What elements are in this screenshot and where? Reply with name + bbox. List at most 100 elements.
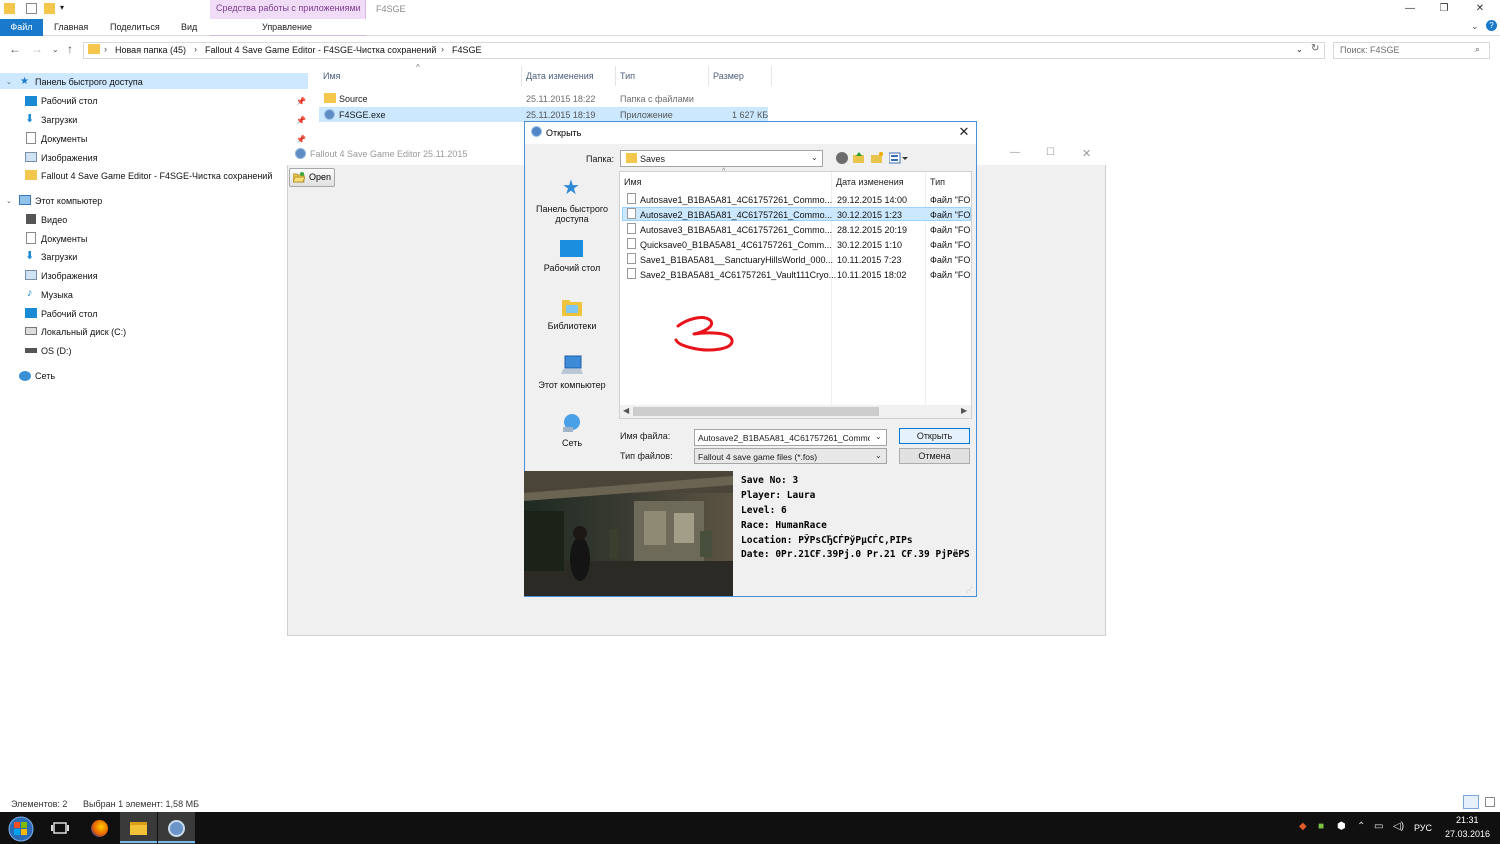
network-icon[interactable]: ▭ [1374,821,1383,832]
nav-item-documents[interactable]: Документы [41,234,87,244]
breadcrumb-item[interactable]: Fallout 4 Save Game Editor - F4SGE-Чистк… [205,45,436,55]
new-folder-icon[interactable] [44,3,55,14]
view-menu-icon[interactable] [889,152,909,164]
tray-date[interactable]: 27.03.2016 [1445,829,1490,839]
tab-file[interactable]: Файл [0,19,43,36]
help-icon[interactable]: ? [1486,20,1497,31]
nav-network[interactable]: Сеть [35,371,55,381]
nav-this-pc[interactable]: Этот компьютер [35,196,102,206]
place-this-pc[interactable]: Этот компьютер [528,380,616,390]
nav-item-videos[interactable]: Видео [41,215,67,225]
close-icon[interactable]: ✕ [1082,147,1091,160]
maximize-icon[interactable]: ❐ [1432,2,1456,16]
nav-item-desktop[interactable]: Рабочий стол [41,309,98,319]
nav-item-documents[interactable]: Документы [41,134,87,144]
nav-item-drive-c[interactable]: Локальный диск (C:) [41,327,126,337]
tab-share[interactable]: Поделиться [110,22,160,32]
expand-icon[interactable]: ⌄ [6,197,12,205]
chevron-down-icon[interactable]: ⌄ [875,432,882,441]
up-icon[interactable]: ↑ [67,42,73,56]
file-date: 10.11.2015 7:23 [837,255,902,265]
scroll-right-icon[interactable]: ▶ [961,406,967,415]
table-row[interactable]: F4SGE.exe 25.11.2015 18:19 Приложение 1 … [319,107,768,122]
nav-item-pictures[interactable]: Изображения [41,153,98,163]
forward-icon[interactable]: → [31,42,43,56]
place-desktop[interactable]: Рабочий стол [528,263,616,273]
list-item[interactable]: Autosave1_B1BA5A81_4C61757261_Commo... [640,195,832,205]
task-view-icon[interactable] [48,818,72,838]
large-icons-view-icon[interactable] [1483,795,1497,809]
column-header-name[interactable]: Имя [323,71,341,81]
close-icon[interactable]: ✕ [1468,2,1492,16]
nvidia-icon[interactable]: ■ [1318,821,1324,832]
nav-item-music[interactable]: Музыка [41,290,73,300]
taskbar-f4sge[interactable] [158,812,195,844]
volume-icon[interactable]: ◁) [1393,821,1404,832]
tray-app-icon[interactable]: ◆ [1299,821,1307,832]
nav-item-downloads[interactable]: Загрузки [41,252,77,262]
recent-locations-icon[interactable]: ⌄ [52,45,59,54]
folder-icon[interactable] [4,3,15,14]
breadcrumb-item[interactable]: F4SGE [452,45,482,55]
column-header-date[interactable]: Дата изменения [526,71,594,81]
start-button[interactable] [4,814,38,842]
column-header-type[interactable]: Тип [620,71,635,81]
pin-icon[interactable]: 📌 [296,97,306,106]
file-icon [627,253,636,264]
expand-icon[interactable]: ⌄ [6,78,12,86]
place-libraries[interactable]: Библиотеки [528,321,616,331]
minimize-icon[interactable]: — [1010,147,1020,158]
table-row[interactable]: Source 25.11.2015 18:22 Папка с файлами [319,91,768,106]
resize-grip-icon[interactable]: ⋰ [966,586,973,594]
chevron-up-icon[interactable]: ⌃ [1357,821,1365,832]
breadcrumb-item[interactable]: Новая папка (45) [115,45,186,55]
minimize-icon[interactable]: — [1398,2,1422,16]
chevron-down-icon[interactable]: ⌄ [875,451,882,460]
details-view-icon[interactable] [1463,795,1479,809]
tab-home[interactable]: Главная [54,22,88,32]
open-file-button[interactable]: Открыть [899,428,970,444]
list-item[interactable]: Quicksave0_B1BA5A81_4C61757261_Comm... [640,240,832,250]
new-folder-icon[interactable] [871,152,883,164]
nav-item-f4sge-folder[interactable]: Fallout 4 Save Game Editor - F4SGE-Чистк… [41,171,272,181]
column-header-size[interactable]: Размер [713,71,744,81]
pin-icon[interactable]: 📌 [296,116,306,125]
search-icon[interactable]: ⌕ [1475,44,1480,55]
up-folder-icon[interactable] [853,152,865,164]
tray-time[interactable]: 21:31 [1456,815,1479,825]
input-language[interactable]: РУС [1414,823,1432,833]
refresh-icon[interactable]: ↻ [1311,43,1319,54]
customize-qat-icon[interactable]: ▾ [60,3,64,12]
address-dropdown-icon[interactable]: ⌄ [1296,45,1303,54]
column-header-type[interactable]: Тип [930,177,945,187]
nav-quick-access[interactable]: Панель быстрого доступа [35,77,143,87]
cancel-button[interactable]: Отмена [899,448,970,464]
collapse-ribbon-icon[interactable]: ⌄ [1471,21,1479,32]
tray-app-icon[interactable]: ⬢ [1337,821,1346,832]
scroll-left-icon[interactable]: ◀ [623,406,629,415]
tab-view[interactable]: Вид [181,22,197,32]
nav-item-drive-d[interactable]: OS (D:) [41,346,72,356]
close-icon[interactable]: ✕ [955,123,973,141]
back-icon[interactable] [836,152,848,164]
chevron-down-icon[interactable]: ⌄ [811,153,818,162]
place-network[interactable]: Сеть [528,438,616,448]
column-header-date[interactable]: Дата изменения [836,177,904,187]
list-item[interactable]: Autosave2_B1BA5A81_4C61757261_Commo... [640,210,832,220]
file-type: Файл "FO [930,270,971,280]
maximize-icon[interactable]: ☐ [1046,147,1055,158]
scrollbar-thumb[interactable] [633,407,879,416]
list-item[interactable]: Save1_B1BA5A81__SanctuaryHillsWorld_000.… [640,255,833,265]
taskbar-firefox[interactable] [81,812,118,844]
place-quick-access[interactable]: Панель быстрого доступа [528,204,616,224]
tab-manage[interactable]: Управление [262,22,312,32]
dialog-title: Открыть [546,128,582,138]
properties-icon[interactable] [26,3,37,14]
back-icon[interactable]: ← [9,42,21,56]
nav-item-desktop[interactable]: Рабочий стол [41,96,98,106]
nav-item-downloads[interactable]: Загрузки [41,115,77,125]
taskbar-explorer[interactable] [120,812,157,844]
list-item[interactable]: Autosave3_B1BA5A81_4C61757261_Commo... [640,225,832,235]
list-item[interactable]: Save2_B1BA5A81_4C61757261_Vault111Cryo..… [640,270,836,280]
column-header-name[interactable]: Имя [624,177,642,187]
